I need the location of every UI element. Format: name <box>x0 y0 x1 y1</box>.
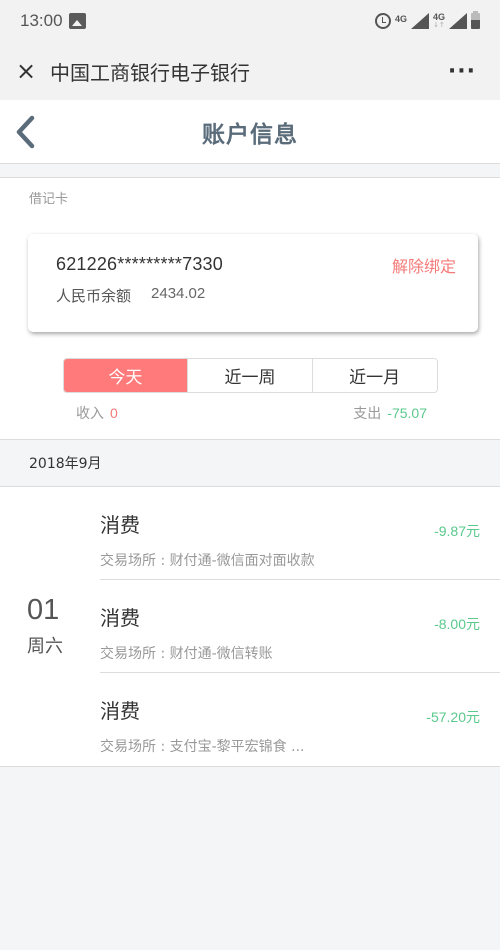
signal-icon-2 <box>449 13 467 29</box>
alarm-icon <box>374 13 391 29</box>
amount-value: -8.00 <box>434 616 466 632</box>
transaction-item[interactable]: 消费 交易场所 : 财付通-微信面对面收款 -9.87元 <box>100 487 500 580</box>
tab-month[interactable]: 近一月 <box>312 359 437 392</box>
currency-unit: 元 <box>466 710 480 726</box>
transaction-place: 交易场所 : 财付通-微信面对面收款 <box>100 553 315 569</box>
status-bar: 13:00 4G 4G ↓↑ <box>0 0 500 42</box>
transaction-item[interactable]: 消费 交易场所 : 财付通-微信转账 -8.00元 <box>100 580 500 673</box>
unbind-button[interactable]: 解除绑定 <box>392 253 456 277</box>
tab-today[interactable]: 今天 <box>63 359 189 392</box>
transaction-place: 交易场所 : 财付通-微信转账 <box>100 646 273 662</box>
transaction-amount: -57.20元 <box>426 707 480 727</box>
income-label: 收入 <box>76 406 104 422</box>
more-options-icon[interactable]: ··· <box>448 59 486 84</box>
month-header: 2018年9月 <box>0 439 500 487</box>
expense-summary: 支出 -75.07 <box>353 403 427 439</box>
currency-unit: 元 <box>466 524 480 540</box>
page-title: 账户信息 <box>202 121 298 148</box>
tab-week[interactable]: 近一周 <box>188 359 313 392</box>
transaction-amount: -9.87元 <box>434 521 480 541</box>
status-time: 13:00 <box>20 11 63 30</box>
transaction-item[interactable]: 消费 交易场所 : 支付宝-黎平宏锦食 ... -57.20元 <box>100 673 500 766</box>
day-weekday: 周六 <box>27 636 63 658</box>
bank-card: 621226*********7330 解除绑定 人民币余额 2434.02 <box>28 234 478 332</box>
period-tabs: 今天 近一周 近一月 <box>62 358 438 393</box>
amount-value: -9.87 <box>434 523 466 539</box>
data-arrows-icon: ↓↑ <box>433 21 445 29</box>
page-nav-bar: 账户信息 <box>0 100 500 164</box>
expense-label: 支出 <box>353 406 382 422</box>
close-icon[interactable]: × <box>14 59 38 83</box>
image-notification-icon <box>68 13 86 29</box>
day-number: 01 <box>27 593 60 626</box>
income-value: 0 <box>110 405 118 421</box>
section-divider <box>0 164 500 178</box>
transaction-place: 交易场所 : 支付宝-黎平宏锦食 ... <box>100 739 305 755</box>
balance-label: 人民币余额 <box>56 287 132 305</box>
day-column: 01 周六 <box>0 487 100 766</box>
battery-icon <box>471 11 480 29</box>
app-title: 中国工商银行电子银行 <box>50 60 250 85</box>
network-type-1: 4G <box>394 14 407 24</box>
currency-unit: 元 <box>466 617 480 633</box>
amount-value: -57.20 <box>426 709 466 725</box>
transaction-list: 消费 交易场所 : 财付通-微信面对面收款 -9.87元 消费 交易场所 : 财… <box>100 487 500 766</box>
income-summary: 收入 0 <box>76 403 118 439</box>
expense-value: -75.07 <box>387 405 427 421</box>
chevron-left-icon <box>16 115 35 149</box>
day-group: 01 周六 消费 交易场所 : 财付通-微信面对面收款 -9.87元 消费 交易… <box>0 487 500 767</box>
card-section: 借记卡 621226*********7330 解除绑定 人民币余额 2434.… <box>0 178 500 439</box>
balance-row: 人民币余额 2434.02 <box>56 285 478 306</box>
signal-icon-1 <box>410 13 429 29</box>
card-type-label: 借记卡 <box>29 192 69 207</box>
app-header: × 中国工商银行电子银行 ··· <box>0 42 500 100</box>
transaction-amount: -8.00元 <box>434 614 480 634</box>
balance-value: 2434.02 <box>151 285 206 302</box>
network-block-2: 4G ↓↑ <box>433 13 445 29</box>
back-button[interactable] <box>10 114 40 150</box>
summary-row: 收入 0 支出 -75.07 <box>0 393 500 439</box>
